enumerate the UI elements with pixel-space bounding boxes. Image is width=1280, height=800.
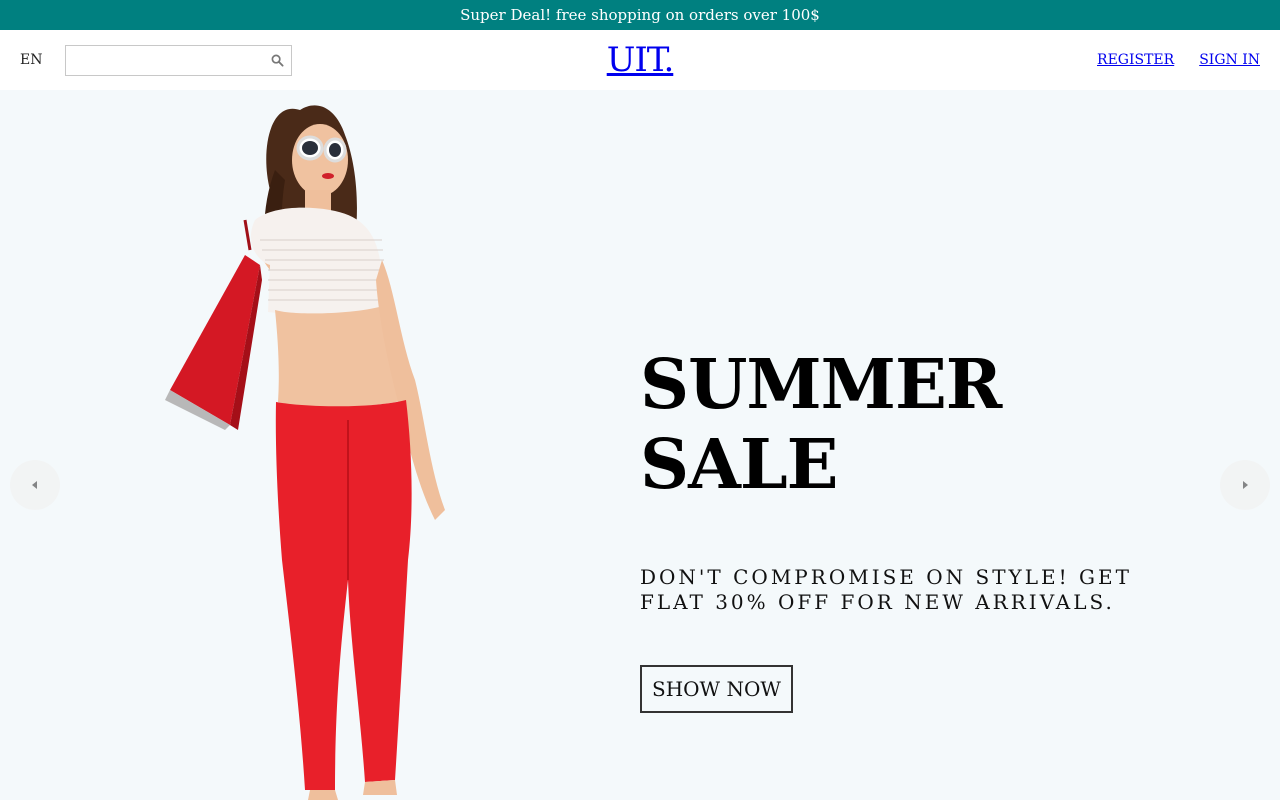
logo[interactable]: UIT. — [607, 40, 675, 80]
search-icon[interactable] — [269, 52, 285, 68]
navbar-left: EN — [20, 30, 292, 90]
hero-info: SUMMER SALE DON'T COMPROMISE ON STYLE! G… — [640, 345, 1220, 713]
navbar-right: REGISTER SIGN IN — [1097, 30, 1260, 90]
sign-in-link[interactable]: SIGN IN — [1199, 52, 1260, 68]
language-selector[interactable]: EN — [20, 52, 65, 68]
announcement-bar: Super Deal! free shopping on orders over… — [0, 0, 1280, 30]
show-now-button[interactable]: SHOW NOW — [640, 665, 793, 713]
hero-title: SUMMER SALE — [640, 345, 1002, 505]
arrow-left-icon — [30, 476, 40, 495]
arrow-right-icon — [1240, 476, 1250, 495]
slider-prev-button[interactable] — [10, 460, 60, 510]
hero-image — [165, 105, 445, 800]
search-input[interactable] — [72, 46, 269, 74]
hero-description: DON'T COMPROMISE ON STYLE! GET FLAT 30% … — [640, 565, 1132, 614]
announcement-text: Super Deal! free shopping on orders over… — [460, 6, 820, 24]
navbar: EN UIT. REGISTER SIGN IN — [0, 30, 1280, 90]
search-container — [65, 44, 292, 76]
slider-next-button[interactable] — [1220, 460, 1270, 510]
hero-slider: SUMMER SALE DON'T COMPROMISE ON STYLE! G… — [0, 90, 1280, 800]
register-link[interactable]: REGISTER — [1097, 52, 1174, 68]
